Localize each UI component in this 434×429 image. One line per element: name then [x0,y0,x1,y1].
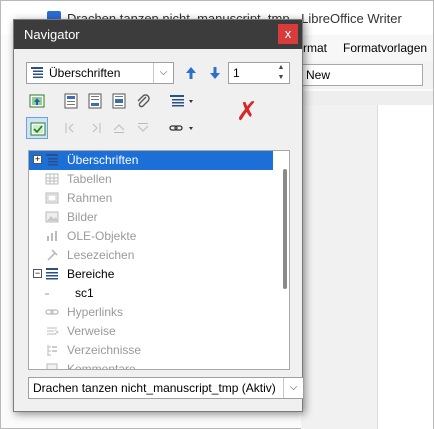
ole-object-icon [45,229,61,244]
tree-item-label: Rahmen [67,191,113,205]
heading-levels-icon [170,95,193,107]
writer-menubar: rmat Formatvorlagen [301,35,433,61]
tree-item-label: sc1 [75,286,94,300]
document-page[interactable] [377,105,433,429]
page-number-spinbox[interactable]: 1 ▲ ▼ [228,62,290,84]
tree-item-label: Bereiche [67,267,115,281]
next-button[interactable] [204,62,226,84]
tree-connector-icon [38,286,61,301]
paragraph-style-select[interactable]: New [301,64,423,86]
heading-levels-button[interactable] [166,90,200,112]
index-icon [45,343,61,358]
arrow-down-icon [210,67,220,79]
tree-item[interactable]: Verzeichnisse [29,341,273,360]
tree-item[interactable]: Tabellen [29,170,273,189]
hyperlink-icon [45,305,61,320]
navigation-view-icon [29,94,45,108]
paperclip-icon [137,94,150,108]
tree-item-label: Tabellen [67,172,112,186]
tree-item-label: Überschriften [67,153,139,167]
toggle-content-button[interactable] [26,117,48,139]
content-tree[interactable]: + Überschriften Tabellen Rahmen Bilder OLE-Ob… [28,150,290,370]
navigator-titlebar[interactable]: Navigator x [14,20,302,49]
tree-item[interactable]: Verweise [29,322,273,341]
chevron-down-icon[interactable]: ⌵ [283,378,303,398]
tree-item[interactable]: Hyperlinks [29,303,273,322]
tree-item[interactable]: OLE-Objekte [29,227,273,246]
page-number-value: 1 [233,66,240,80]
tree-item[interactable]: Kommentare [29,360,273,370]
content-navigation-button[interactable] [26,90,48,112]
tree-item-label: OLE-Objekte [67,229,137,243]
sections-icon [45,267,61,282]
promote-chapter-icon [65,123,74,133]
tree-item-label: Kommentare [67,362,136,370]
navigator-dialog: Navigator x Überschriften ⌵ 1 ▲ ▼ ✗ + Üb… [13,19,304,412]
navigator-title: Navigator [24,27,80,42]
tree-item[interactable]: Lesezeichen [29,246,273,265]
tree-item[interactable]: sc1 [29,284,273,303]
tree-item-label: Lesezeichen [67,248,135,262]
demote-chapter-button[interactable] [84,117,106,139]
tree-item[interactable]: Bilder [29,208,273,227]
header-icon [64,93,78,109]
promote-level-icon [113,124,125,133]
demote-chapter-icon [92,123,101,133]
demote-level-icon [137,123,149,132]
headings-icon [31,67,43,82]
comment-icon [45,362,61,369]
writer-toolbar: New [301,61,433,89]
arrow-up-icon [186,67,196,79]
tree-item-label: Verweise [67,324,116,338]
spin-up-icon[interactable]: ▲ [274,63,288,73]
list-box-icon [30,122,46,136]
header-button[interactable] [60,90,82,112]
footer-icon [88,93,102,109]
table-icon [45,172,61,187]
tree-item-label: Hyperlinks [67,305,124,319]
category-select-value: Überschriften [49,66,121,80]
spin-down-icon[interactable]: ▼ [274,73,288,83]
annotation-x-icon: ✗ [236,96,258,126]
tree-item[interactable]: Rahmen [29,189,273,208]
drag-mode-button[interactable] [132,90,154,112]
footer-button[interactable] [84,90,106,112]
tree-scrollbar[interactable] [283,169,287,289]
headings-icon [45,153,61,168]
insert-mode-button[interactable] [166,117,200,139]
collapse-icon[interactable]: − [33,269,42,278]
tree-item[interactable]: + Überschriften [29,151,273,170]
category-select[interactable]: Überschriften ⌵ [26,62,174,84]
anchor-button[interactable] [108,90,130,112]
promote-chapter-button[interactable] [60,117,82,139]
bookmark-icon [45,248,61,263]
tree-item-label: Verzeichnisse [67,343,142,357]
frame-icon [45,191,61,206]
chevron-down-icon[interactable]: ⌵ [153,63,173,83]
anchor-icon [112,93,126,109]
tree-item[interactable]: − Bereiche [29,265,273,284]
demote-level-button[interactable] [132,117,154,139]
reference-icon [45,324,61,339]
previous-button[interactable] [180,62,202,84]
tree-item-label: Bilder [67,210,98,224]
promote-level-button[interactable] [108,117,130,139]
document-select[interactable]: Drachen tanzen nicht_manuscript_tmp (Akt… [28,377,304,399]
expand-icon[interactable]: + [33,155,42,164]
menu-formatvorlagen[interactable]: Formatvorlagen [343,41,427,55]
link-icon [169,125,193,131]
close-button[interactable]: x [278,24,298,44]
image-icon [45,210,61,225]
document-select-value: Drachen tanzen nicht_manuscript_tmp (Akt… [33,381,276,395]
ruler [301,91,433,105]
menu-format[interactable]: rmat [303,41,327,55]
